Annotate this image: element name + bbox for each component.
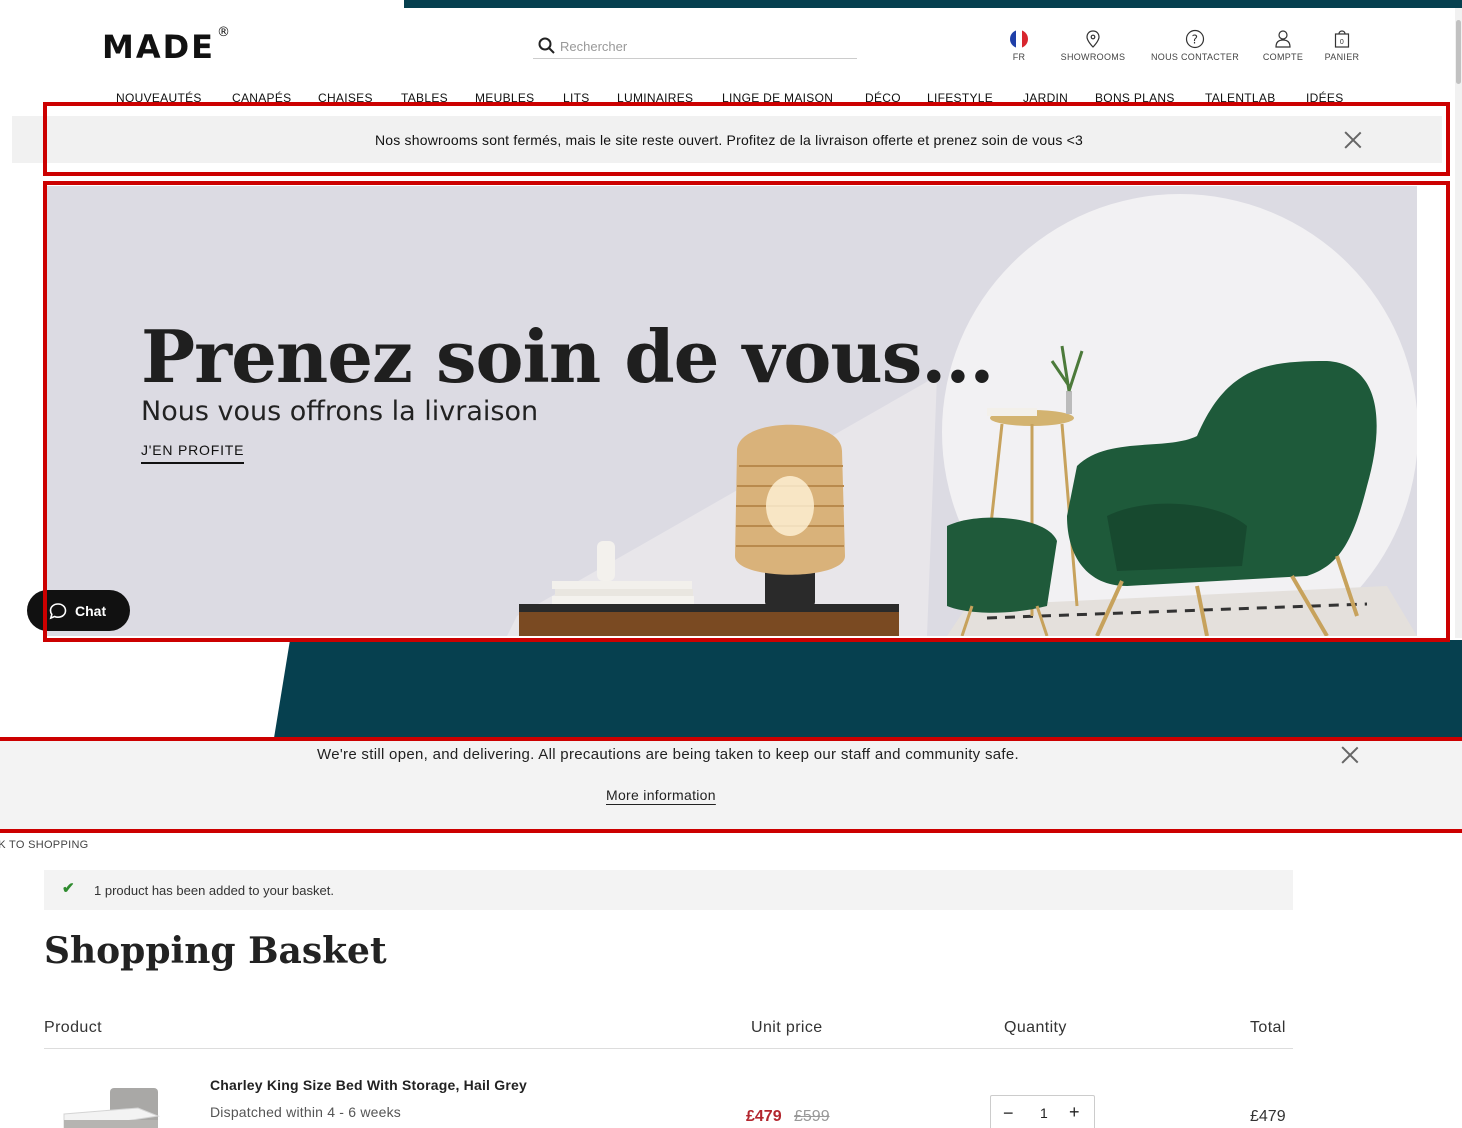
location-pin-icon [1056,28,1130,50]
svg-text:?: ? [1192,33,1199,47]
increase-quantity-button[interactable]: + [1069,1102,1080,1123]
site-header: MADE® FR [0,8,1455,116]
added-message: 1 product has been added to your basket. [94,883,334,898]
language-selector[interactable]: FR [1006,28,1032,62]
added-to-basket-notice: ✔ 1 product has been added to your baske… [44,870,1293,910]
annotation-box-hero [43,181,1450,642]
page-title: Shopping Basket [44,930,387,972]
contact-link[interactable]: ? NOUS CONTACTER [1146,28,1244,62]
column-header-quantity: Quantity [1004,1019,1067,1036]
annotation-box-en-banner [0,737,1462,833]
account-label: COMPTE [1262,52,1304,62]
basket-icon: 0 [1320,28,1364,50]
account-link[interactable]: COMPTE [1258,28,1308,62]
decrease-quantity-button[interactable]: − [1003,1103,1014,1124]
header-divider [44,1048,1293,1049]
column-header-total: Total [1250,1019,1286,1036]
page-scrollbar[interactable] [1455,8,1462,638]
back-to-shopping-link[interactable]: CK TO SHOPPING [0,839,89,851]
sale-price: £479 [746,1108,782,1125]
language-label: FR [1012,52,1026,62]
quantity-stepper: − 1 + [990,1095,1095,1128]
basket-label: PANIER [1324,52,1360,62]
showrooms-link[interactable]: SHOWROOMS [1056,28,1130,62]
header-utilities: FR SHOWROOMS ? NOUS CONTACTER COMPTE 0 P… [0,28,1462,68]
line-total: £479 [1250,1108,1286,1125]
column-header-unit-price: Unit price [751,1019,823,1036]
showrooms-label: SHOWROOMS [1060,52,1126,62]
basket-count: 0 [1340,39,1344,46]
contact-label: NOUS CONTACTER [1150,52,1240,62]
basket-link[interactable]: 0 PANIER [1320,28,1364,62]
france-flag-icon [1006,28,1032,50]
teal-background-top [404,0,1462,8]
user-icon [1258,28,1308,50]
quantity-value[interactable]: 1 [1040,1105,1048,1121]
original-price: £599 [794,1108,830,1125]
product-thumbnail[interactable] [60,1086,170,1128]
teal-background-bottom [274,640,1462,738]
dispatch-info: Dispatched within 4 - 6 weeks [210,1104,401,1120]
column-header-product: Product [44,1019,102,1036]
scrollbar-thumb[interactable] [1456,20,1461,84]
help-circle-icon: ? [1146,28,1244,50]
product-name[interactable]: Charley King Size Bed With Storage, Hail… [210,1077,527,1093]
checkmark-icon: ✔ [62,880,75,897]
annotation-box-fr-banner [43,102,1450,176]
